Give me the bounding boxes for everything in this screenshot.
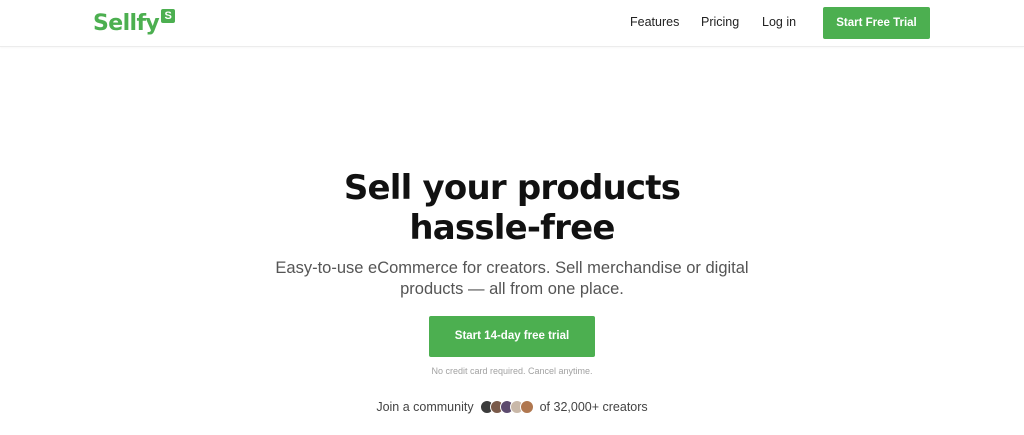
no-credit-card-note: No credit card required. Cancel anytime. (431, 366, 593, 376)
hero-title: Sell your products hassle-free (212, 168, 812, 248)
hero-title-line-1: Sell your products (343, 168, 681, 208)
hero-title-line-2: hassle-free (409, 208, 615, 248)
logo-wordmark: Sellfy (93, 11, 160, 36)
start-14-day-trial-button[interactable]: Start 14-day free trial (429, 316, 595, 357)
creator-avatars (479, 400, 534, 414)
logo-badge-icon: S (161, 9, 176, 23)
avatar (519, 400, 534, 414)
hero-subtitle-line-1: Easy-to-use eCommerce for creators. Sell… (275, 259, 749, 277)
nav-login-link[interactable]: Log in (762, 15, 796, 29)
nav-features-link[interactable]: Features (630, 15, 679, 29)
community-line: Join a community of 32,000+ creators (332, 400, 692, 414)
sellfy-logo[interactable]: Sellfy S (93, 9, 176, 39)
hero-subtitle: Easy-to-use eCommerce for creators. Sell… (232, 258, 792, 300)
start-free-trial-button[interactable]: Start Free Trial (823, 7, 930, 39)
site-header: Sellfy S Features Pricing Log in Start F… (0, 0, 1024, 47)
community-prefix: Join a community (376, 400, 474, 414)
hero-subtitle-line-2: products — all from one place. (400, 280, 624, 298)
nav-pricing-link[interactable]: Pricing (701, 15, 739, 29)
community-suffix: of 32,000+ creators (539, 400, 648, 414)
